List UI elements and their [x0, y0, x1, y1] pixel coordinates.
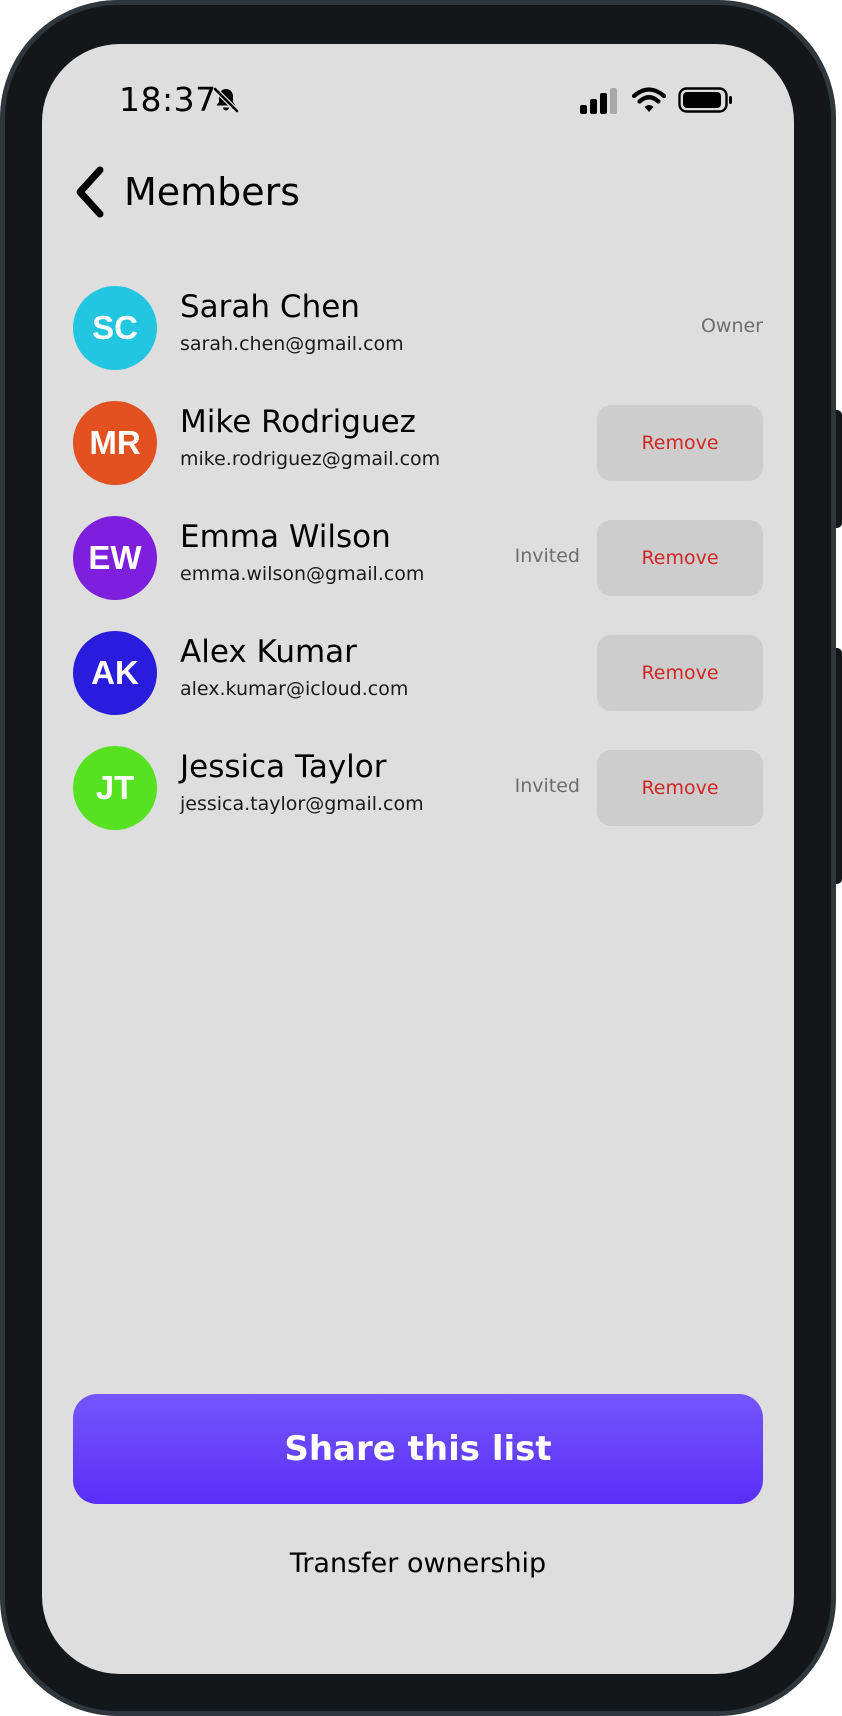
member-email: emma.wilson@gmail.com — [180, 563, 425, 585]
bell-off-icon — [213, 87, 239, 113]
invited-status: Invited — [514, 545, 580, 567]
member-email: sarah.chen@gmail.com — [180, 333, 404, 355]
member-row: AK Alex Kumar alex.kumar@icloud.com Remo… — [73, 630, 763, 716]
member-row: SC Sarah Chen sarah.chen@gmail.com Owner — [73, 285, 763, 371]
avatar: AK — [73, 631, 157, 715]
remove-button[interactable]: Remove — [597, 750, 763, 826]
member-row: EW Emma Wilson emma.wilson@gmail.com Inv… — [73, 515, 763, 601]
power-button — [836, 648, 842, 884]
member-name: Emma Wilson — [180, 519, 391, 555]
transfer-ownership-link[interactable]: Transfer ownership — [42, 1548, 794, 1579]
avatar: JT — [73, 746, 157, 830]
member-email: mike.rodriguez@gmail.com — [180, 448, 441, 470]
remove-button[interactable]: Remove — [597, 635, 763, 711]
app-screen: 18:37 Members SC Sarah Chen sarah.chen@g… — [42, 44, 794, 1674]
owner-label: Owner — [700, 315, 763, 337]
signal-icon — [580, 88, 617, 114]
chevron-left-icon[interactable] — [70, 164, 110, 220]
header: Members — [70, 160, 300, 224]
remove-button[interactable]: Remove — [597, 405, 763, 481]
member-email: alex.kumar@icloud.com — [180, 678, 409, 700]
share-list-button[interactable]: Share this list — [73, 1394, 763, 1504]
member-name: Mike Rodriguez — [180, 404, 416, 440]
battery-icon — [678, 87, 732, 113]
avatar: EW — [73, 516, 157, 600]
volume-button — [836, 410, 842, 528]
remove-button[interactable]: Remove — [597, 520, 763, 596]
avatar: SC — [73, 286, 157, 370]
invited-status: Invited — [514, 775, 580, 797]
member-email: jessica.taylor@gmail.com — [180, 793, 424, 815]
member-name: Sarah Chen — [180, 289, 360, 325]
avatar: MR — [73, 401, 157, 485]
member-name: Jessica Taylor — [180, 749, 387, 785]
member-name: Alex Kumar — [180, 634, 357, 670]
member-row: MR Mike Rodriguez mike.rodriguez@gmail.c… — [73, 400, 763, 486]
wifi-icon — [632, 87, 666, 112]
member-row: JT Jessica Taylor jessica.taylor@gmail.c… — [73, 745, 763, 831]
page-title: Members — [124, 170, 301, 214]
status-time: 18:37 — [119, 80, 217, 119]
